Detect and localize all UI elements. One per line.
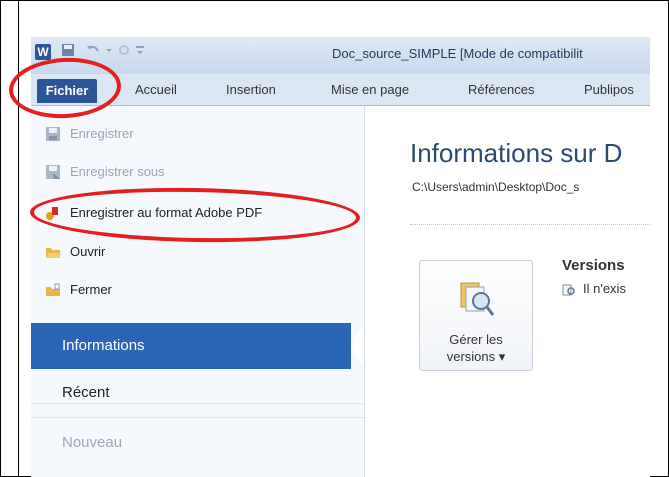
versions-text: Il n'exis	[583, 281, 626, 296]
tab-insertion[interactable]: Insertion	[226, 82, 276, 97]
word-window: W Doc_source_SIMPLE [Mode de compatibili…	[31, 37, 650, 477]
menu-fermer[interactable]: Fermer	[45, 279, 112, 301]
word-logo-icon[interactable]: W	[35, 44, 51, 60]
nav-divider	[31, 417, 364, 418]
manage-versions-icon	[460, 282, 495, 316]
redo-icon[interactable]	[117, 43, 131, 61]
ribbon-tab-row: Fichier Accueil Insertion Mise en page R…	[31, 74, 650, 106]
manage-versions-line1: Gérer les	[449, 332, 503, 347]
menu-ouvrir[interactable]: Ouvrir	[45, 241, 105, 263]
title-bar: W Doc_source_SIMPLE [Mode de compatibili…	[31, 37, 650, 74]
versions-heading: Versions	[562, 257, 625, 274]
menu-enregistrer[interactable]: Enregistrer	[45, 123, 134, 145]
menu-label: Enregistrer sous	[70, 164, 165, 179]
nav-informations[interactable]: Informations	[31, 323, 351, 369]
backstage-menu: Enregistrer Enregistrer sous Enregistrer…	[31, 106, 365, 477]
document-path: C:\Users\admin\Desktop\Doc_s	[412, 180, 580, 194]
dropdown-icon[interactable]	[105, 43, 113, 61]
manage-versions-line2: versions ▾	[446, 349, 506, 364]
close-folder-icon	[45, 282, 61, 298]
info-title: Informations sur D	[410, 138, 623, 168]
manage-versions-button[interactable]: Gérer les versions ▾	[419, 260, 533, 371]
window-title: Doc_source_SIMPLE [Mode de compatibilit	[332, 46, 583, 61]
nav-divider	[31, 403, 364, 404]
customize-qat-icon[interactable]	[135, 43, 145, 61]
nav-recent[interactable]: Récent	[62, 384, 110, 401]
versions-document-icon	[562, 284, 575, 296]
tab-accueil[interactable]: Accueil	[135, 82, 177, 97]
manage-versions-label: Gérer les versions ▾	[420, 331, 532, 365]
tab-mise-en-page[interactable]: Mise en page	[331, 82, 409, 97]
nav-nouveau[interactable]: Nouveau	[62, 434, 122, 451]
tab-publipostage[interactable]: Publipos	[584, 82, 634, 97]
info-panel: Informations sur D C:\Users\admin\Deskto…	[365, 106, 650, 477]
menu-label: Fermer	[70, 282, 112, 297]
menu-label: Enregistrer	[70, 126, 134, 141]
tab-references[interactable]: Références	[468, 82, 534, 97]
save-as-icon	[45, 164, 61, 180]
save-icon	[45, 126, 61, 142]
menu-enregistrer-sous[interactable]: Enregistrer sous	[45, 161, 165, 183]
menu-label: Ouvrir	[70, 244, 106, 259]
open-folder-icon	[45, 244, 61, 260]
active-nav-pointer	[351, 323, 364, 369]
undo-icon[interactable]	[85, 43, 101, 61]
dotted-separator	[410, 224, 650, 225]
